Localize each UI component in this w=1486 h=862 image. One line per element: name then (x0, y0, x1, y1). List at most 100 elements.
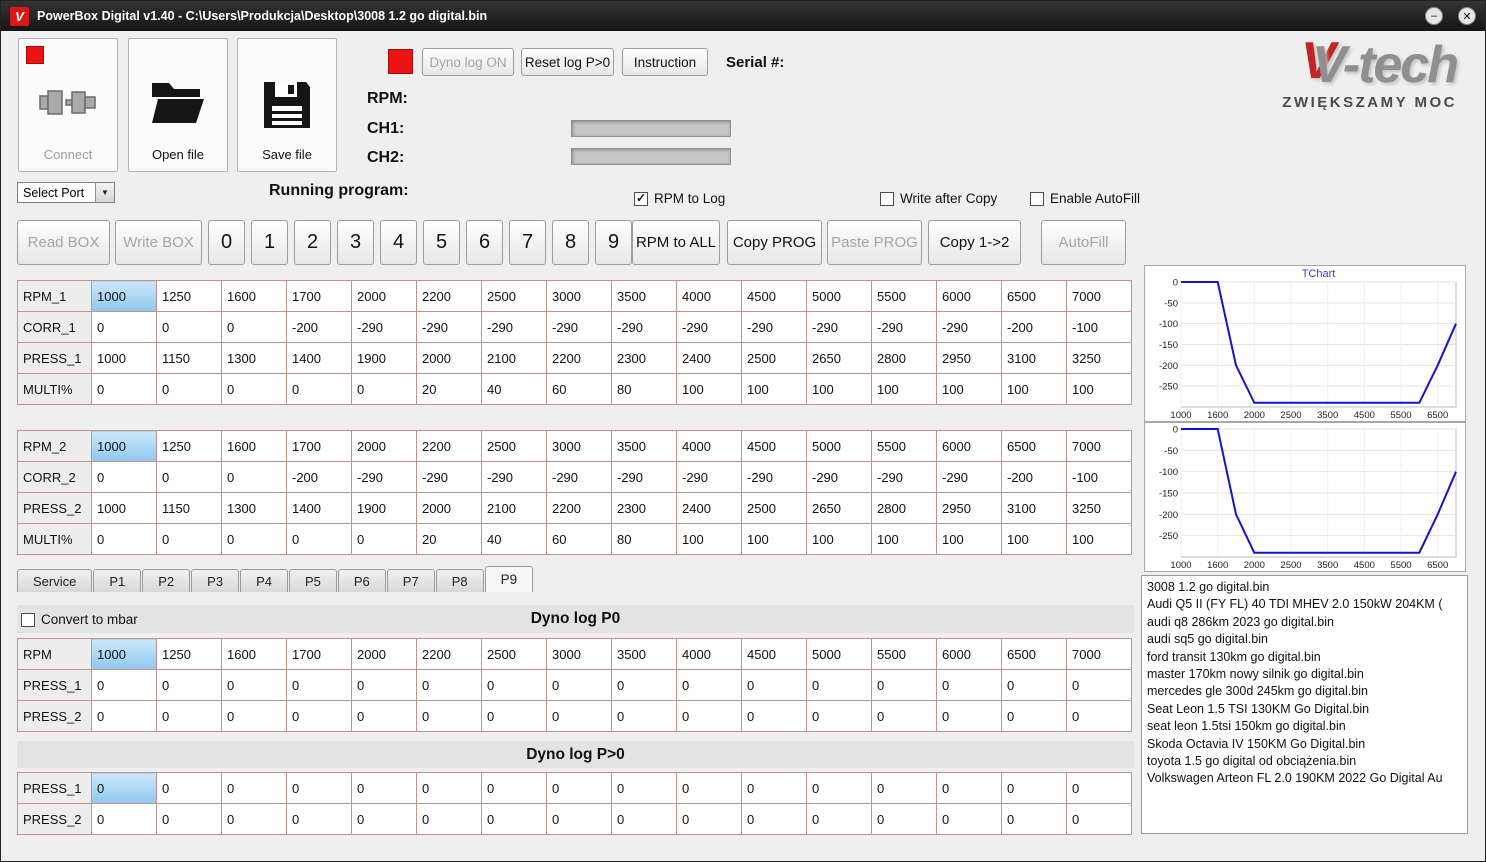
grid-cell[interactable]: 100 (871, 523, 937, 555)
grid-cell[interactable]: 0 (286, 700, 352, 732)
tab-p9[interactable]: P9 (484, 566, 534, 592)
copy-prog-button[interactable]: Copy PROG (727, 220, 822, 265)
grid-cell[interactable]: 0 (676, 700, 742, 732)
grid-cell[interactable]: 5000 (806, 430, 872, 462)
grid-cell[interactable]: 0 (936, 669, 1002, 701)
open-file-button[interactable]: Open file (128, 38, 228, 172)
save-file-button[interactable]: Save file (237, 38, 337, 172)
grid-cell[interactable]: 0 (221, 461, 287, 493)
grid-cell[interactable]: 0 (936, 772, 1002, 804)
grid-cell[interactable]: -290 (806, 311, 872, 343)
grid-cell[interactable]: 0 (806, 669, 872, 701)
grid-cell[interactable]: 2200 (416, 280, 482, 312)
grid-cell[interactable]: 1000 (91, 638, 157, 670)
grid-cell[interactable]: 60 (546, 523, 612, 555)
grid-cell[interactable]: -290 (481, 311, 547, 343)
file-item[interactable]: Seat Leon 1.5 TSI 130KM Go Digital.bin (1147, 701, 1462, 718)
write-after-copy-checkbox[interactable]: Write after Copy (880, 191, 997, 206)
grid-cell[interactable]: -290 (416, 311, 482, 343)
connect-button[interactable]: Connect (18, 38, 118, 172)
close-button[interactable]: ✕ (1458, 7, 1476, 25)
tab-p8[interactable]: P8 (435, 569, 484, 592)
file-item[interactable]: Audi Q5 II (FY FL) 40 TDI MHEV 2.0 150kW… (1147, 596, 1462, 613)
grid-cell[interactable]: 2800 (871, 342, 937, 374)
grid-cell[interactable]: 0 (546, 803, 612, 835)
tab-p4[interactable]: P4 (240, 569, 288, 592)
write-box-button[interactable]: Write BOX (115, 220, 202, 265)
grid-cell[interactable]: -200 (286, 461, 352, 493)
reset-log-button[interactable]: Reset log P>0 (521, 48, 614, 76)
digit-0-button[interactable]: 0 (208, 220, 245, 265)
grid-cell[interactable]: 0 (156, 700, 222, 732)
grid-cell[interactable]: 100 (1001, 523, 1067, 555)
grid-cell[interactable]: 5500 (871, 280, 937, 312)
grid-cell[interactable]: 4500 (741, 280, 807, 312)
grid-cell[interactable]: 0 (351, 803, 417, 835)
read-box-button[interactable]: Read BOX (17, 220, 110, 265)
grid-cell[interactable]: 1250 (156, 430, 222, 462)
grid-cell[interactable]: 2000 (351, 280, 417, 312)
grid-cell[interactable]: 0 (416, 700, 482, 732)
grid-cell[interactable]: 100 (741, 523, 807, 555)
grid-cell[interactable]: 0 (221, 803, 287, 835)
grid-cell[interactable]: 100 (806, 523, 872, 555)
autofill-button[interactable]: AutoFill (1041, 220, 1126, 265)
grid-cell[interactable]: 6500 (1001, 638, 1067, 670)
grid-cell[interactable]: -200 (286, 311, 352, 343)
digit-6-button[interactable]: 6 (466, 220, 503, 265)
grid-cell[interactable]: 100 (936, 373, 1002, 405)
grid-cell[interactable]: 1000 (91, 430, 157, 462)
tab-p6[interactable]: P6 (337, 569, 386, 592)
grid-cell[interactable]: 0 (351, 772, 417, 804)
rpm-to-log-checkbox[interactable]: RPM to Log (634, 191, 725, 206)
grid-cell[interactable]: 2650 (806, 492, 872, 524)
grid-cell[interactable]: 0 (546, 669, 612, 701)
grid-cell[interactable]: 1600 (221, 638, 287, 670)
file-item[interactable]: Skoda Octavia IV 150KM Go Digital.bin (1147, 736, 1462, 753)
grid-cell[interactable]: 6000 (936, 280, 1002, 312)
grid-cell[interactable]: 0 (676, 772, 742, 804)
grid-cell[interactable]: 0 (351, 523, 417, 555)
grid-cell[interactable]: 0 (1001, 669, 1067, 701)
grid-cell[interactable]: 100 (1066, 373, 1132, 405)
rpm-to-all-button[interactable]: RPM to ALL (632, 220, 720, 265)
grid-cell[interactable]: -100 (1066, 461, 1132, 493)
grid-cell[interactable]: 0 (416, 803, 482, 835)
grid-cell[interactable]: 2300 (611, 342, 677, 374)
port-select[interactable]: Select Port ▼ (17, 182, 115, 203)
grid-cell[interactable]: 1600 (221, 280, 287, 312)
grid-cell[interactable]: 1700 (286, 638, 352, 670)
grid-cell[interactable]: 1000 (91, 280, 157, 312)
grid-cell[interactable]: 2500 (481, 638, 547, 670)
grid-cell[interactable]: 0 (416, 669, 482, 701)
file-item[interactable]: 3008 1.2 go digital.bin (1147, 579, 1462, 596)
digit-1-button[interactable]: 1 (251, 220, 288, 265)
grid-cell[interactable]: 0 (91, 461, 157, 493)
grid-cell[interactable]: 2200 (416, 638, 482, 670)
grid-cell[interactable]: 0 (1001, 700, 1067, 732)
grid-cell[interactable]: 3250 (1066, 342, 1132, 374)
grid-cell[interactable]: 0 (286, 373, 352, 405)
grid-cell[interactable]: 0 (91, 669, 157, 701)
grid-cell[interactable]: 100 (806, 373, 872, 405)
grid-cell[interactable]: 0 (481, 700, 547, 732)
grid-cell[interactable]: 2000 (416, 492, 482, 524)
file-item[interactable]: ford transit 130km go digital.bin (1147, 649, 1462, 666)
grid-cell[interactable]: 1150 (156, 342, 222, 374)
grid-cell[interactable]: 40 (481, 373, 547, 405)
grid-cell[interactable]: 0 (806, 803, 872, 835)
grid-cell[interactable]: 0 (1001, 772, 1067, 804)
grid-cell[interactable]: 6000 (936, 430, 1002, 462)
grid-cell[interactable]: 1300 (221, 492, 287, 524)
grid-cell[interactable]: 1250 (156, 280, 222, 312)
file-item[interactable]: audi q8 286km 2023 go digital.bin (1147, 614, 1462, 631)
grid-cell[interactable]: 2000 (416, 342, 482, 374)
tab-p2[interactable]: P2 (142, 569, 191, 592)
grid-cell[interactable]: 1250 (156, 638, 222, 670)
grid-cell[interactable]: -290 (351, 461, 417, 493)
grid-cell[interactable]: 4500 (741, 430, 807, 462)
grid-cell[interactable]: 0 (91, 523, 157, 555)
digit-9-button[interactable]: 9 (595, 220, 632, 265)
grid-cell[interactable]: 0 (286, 772, 352, 804)
grid-cell[interactable]: 0 (806, 700, 872, 732)
